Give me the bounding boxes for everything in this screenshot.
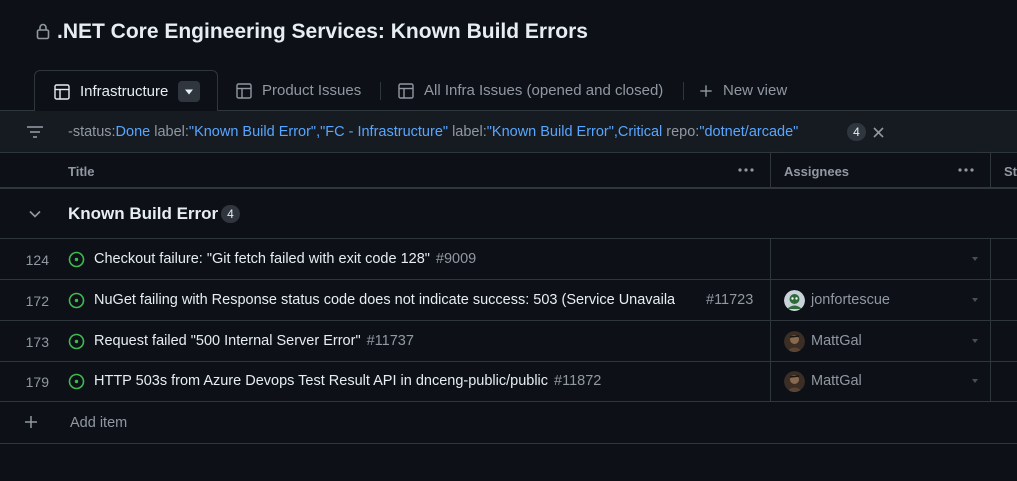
filter-key: label: xyxy=(448,124,487,140)
assignee-name[interactable]: jonfortescue xyxy=(811,292,890,308)
tab-infrastructure[interactable]: Infrastructure xyxy=(34,70,218,112)
issue-title-link[interactable]: NuGet failing with Response status code … xyxy=(94,292,675,308)
avatar[interactable] xyxy=(784,331,805,352)
kebab-horizontal-icon xyxy=(958,168,974,172)
filter-value: Done xyxy=(115,124,151,140)
column-options-button[interactable] xyxy=(955,159,977,181)
kebab-horizontal-icon xyxy=(738,168,754,172)
issue-number: #9009 xyxy=(435,251,477,267)
row-number: 179 xyxy=(25,374,49,390)
issue-opened-icon xyxy=(68,292,85,309)
issue-number[interactable]: #11723 xyxy=(706,292,753,308)
tab-product-issues[interactable]: Product Issues xyxy=(236,70,361,111)
column-divider[interactable] xyxy=(990,153,991,187)
issue-title-link[interactable]: HTTP 503s from Azure Devops Test Result … xyxy=(94,373,601,389)
tab-label: Infrastructure xyxy=(80,83,169,100)
column-header-assignees[interactable]: Assignees xyxy=(784,164,849,179)
filter-bar: -status:Done label:"Known Build Error","… xyxy=(0,111,1017,153)
tab-divider xyxy=(380,82,381,100)
issue-number: #11872 xyxy=(554,373,602,389)
issue-opened-icon xyxy=(68,333,85,350)
avatar[interactable] xyxy=(784,371,805,392)
plus-icon xyxy=(700,84,712,97)
filter-value: "dotnet/arcade" xyxy=(699,124,799,140)
group-count-badge: 4 xyxy=(221,205,240,223)
filter-input[interactable]: -status:Done label:"Known Build Error","… xyxy=(68,124,798,140)
triangle-down-icon[interactable] xyxy=(970,338,980,344)
issue-title: HTTP 503s from Azure Devops Test Result … xyxy=(94,373,549,389)
tab-all-infra-issues[interactable]: All Infra Issues (opened and closed) xyxy=(398,70,663,111)
avatar[interactable] xyxy=(784,290,805,311)
tab-menu-button[interactable] xyxy=(178,81,200,102)
page-title: .NET Core Engineering Services: Known Bu… xyxy=(57,20,588,43)
group-label: Known Build Error xyxy=(68,204,219,223)
column-header-status[interactable]: St xyxy=(1004,164,1017,179)
triangle-down-icon xyxy=(185,89,193,94)
triangle-down-icon[interactable] xyxy=(970,297,980,303)
assignee-name[interactable]: MattGal xyxy=(811,333,862,349)
row-number: 124 xyxy=(25,252,49,268)
filter-icon[interactable] xyxy=(26,125,44,139)
table-row[interactable]: 179 HTTP 503s from Azure Devops Test Res… xyxy=(0,361,1017,402)
column-header-title[interactable]: Title xyxy=(68,164,95,179)
tab-label: Product Issues xyxy=(262,82,362,99)
table-row[interactable]: 124 Checkout failure: "Git fetch failed … xyxy=(0,239,1017,280)
new-view-label: New view xyxy=(723,82,788,99)
column-options-button[interactable] xyxy=(735,159,757,181)
table-header: Title Assignees St xyxy=(0,153,1017,189)
issue-opened-icon xyxy=(68,373,85,390)
filter-key: label: xyxy=(150,124,189,140)
tab-label: All Infra Issues (opened and closed) xyxy=(424,82,664,99)
plus-icon xyxy=(25,416,37,428)
row-number: 172 xyxy=(25,293,49,309)
clear-filter-button[interactable] xyxy=(871,123,885,141)
table-row[interactable]: 173 Request failed "500 Internal Server … xyxy=(0,321,1017,362)
close-icon xyxy=(872,126,884,138)
triangle-down-icon[interactable] xyxy=(970,256,980,262)
filter-result-count: 4 xyxy=(847,123,866,141)
new-view-button[interactable]: New view xyxy=(699,70,787,111)
issue-title: NuGet failing with Response status code … xyxy=(94,292,676,308)
issue-title: Request failed "500 Internal Server Erro… xyxy=(94,333,361,349)
row-number: 173 xyxy=(25,334,49,350)
group-header: Known Build Error 4 xyxy=(0,189,1017,239)
issue-title-link[interactable]: Request failed "500 Internal Server Erro… xyxy=(94,333,414,349)
table-row[interactable]: 172 NuGet failing with Response status c… xyxy=(0,280,1017,321)
add-item-row[interactable]: Add item xyxy=(0,402,1017,444)
chevron-down-icon[interactable] xyxy=(28,208,42,220)
table-icon xyxy=(236,82,252,99)
filter-value: "Known Build Error","FC - Infrastructure… xyxy=(188,124,449,140)
table-icon xyxy=(54,83,70,100)
issue-opened-icon xyxy=(68,251,85,268)
column-divider[interactable] xyxy=(770,153,771,187)
page-header: .NET Core Engineering Services: Known Bu… xyxy=(0,0,1017,70)
tab-divider xyxy=(683,82,684,100)
view-tabs: Infrastructure Product Issues All Infra … xyxy=(0,70,1017,112)
issue-title: Checkout failure: "Git fetch failed with… xyxy=(94,251,430,267)
issue-title-link[interactable]: Checkout failure: "Git fetch failed with… xyxy=(94,251,476,267)
filter-key: repo: xyxy=(662,124,700,140)
table-icon xyxy=(398,82,414,99)
assignee-name[interactable]: MattGal xyxy=(811,373,862,389)
filter-value: "Known Build Error",Critical xyxy=(486,124,663,140)
lock-icon xyxy=(36,23,50,40)
issue-number: #11737 xyxy=(366,333,414,349)
triangle-down-icon[interactable] xyxy=(970,378,980,384)
filter-key: -status: xyxy=(68,124,116,140)
add-item-label: Add item xyxy=(70,415,128,431)
